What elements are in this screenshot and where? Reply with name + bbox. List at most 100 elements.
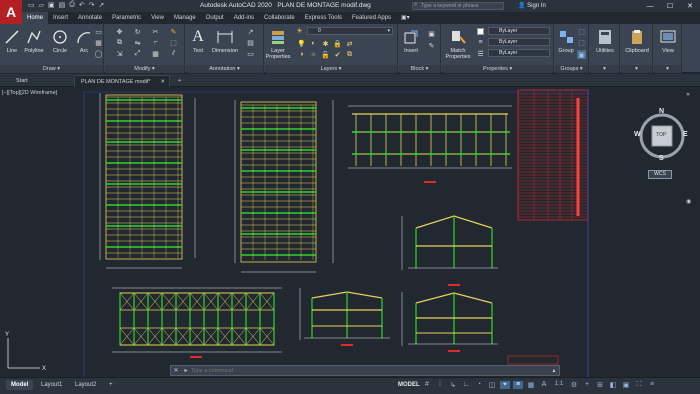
scale-value[interactable]: 1:1 xyxy=(552,381,566,389)
layer-unisolate-icon[interactable]: ◑ xyxy=(297,50,306,59)
units-icon[interactable]: ⊞ xyxy=(595,381,605,389)
lineweight-dropdown[interactable]: ByLayer xyxy=(488,38,550,46)
layer-state-icon[interactable]: ☀ xyxy=(295,26,304,35)
properties-panel-title[interactable]: Properties ▾ xyxy=(442,65,553,73)
clean-screen-icon[interactable]: ⛶ xyxy=(634,381,644,389)
minimize-icon[interactable]: — xyxy=(640,0,660,12)
isolate-icon[interactable]: ◧ xyxy=(608,381,618,389)
isodraft-icon[interactable]: ◫ xyxy=(487,381,497,389)
command-history-icon[interactable]: ▸ xyxy=(181,367,191,374)
layer-properties-tool[interactable]: Layer Properties xyxy=(265,28,291,60)
tab-insert[interactable]: Insert xyxy=(48,12,73,24)
layer-thaw-icon[interactable]: ☼ xyxy=(309,50,318,59)
hatch-icon[interactable]: ▦ xyxy=(94,38,103,47)
viewcube[interactable]: TOP N S E W xyxy=(634,108,690,164)
stretch-icon[interactable]: ⇲ xyxy=(115,49,124,58)
text-tool[interactable]: A Text xyxy=(188,28,208,54)
linetype-dropdown[interactable]: ByLayer xyxy=(488,49,550,57)
snap-icon[interactable]: ⁞ xyxy=(435,381,445,389)
ellipse-icon[interactable]: ◯ xyxy=(94,49,103,58)
hardware-accel-icon[interactable]: ▣ xyxy=(621,381,631,389)
tab-express-tools[interactable]: Express Tools xyxy=(300,12,347,24)
layer-freeze-icon[interactable]: ✱ xyxy=(321,39,330,48)
match-properties-tool[interactable]: Match Properties xyxy=(444,28,472,60)
draw-panel-title[interactable]: Draw ▾ xyxy=(0,65,103,73)
group-edit-icon[interactable]: ⬚ xyxy=(577,38,586,47)
ribbon-toggle-icon[interactable]: ▣▾ xyxy=(396,12,415,24)
layers-panel-title[interactable]: Layers ▾ xyxy=(265,65,397,73)
autocad-logo[interactable]: A xyxy=(0,0,22,24)
transparency-icon[interactable]: ▦ xyxy=(526,381,536,389)
rectangle-icon[interactable]: ▭ xyxy=(94,27,103,36)
annotation-scale-icon[interactable]: A xyxy=(539,381,549,389)
array-icon[interactable]: ▦ xyxy=(151,49,160,58)
tab-featured-apps[interactable]: Featured Apps xyxy=(347,12,396,24)
save-icon[interactable]: ▣ xyxy=(48,1,55,9)
arc-tool[interactable]: Arc xyxy=(74,28,94,54)
workspace-icon[interactable]: ⚙ xyxy=(569,381,579,389)
tab-model[interactable]: Model xyxy=(6,380,34,390)
insert-tool[interactable]: Insert xyxy=(401,28,421,54)
utilities-expand[interactable]: ▾ xyxy=(590,65,619,73)
drawing-canvas[interactable]: [−][Top][2D Wireframe] Y X TOP N S E W W… xyxy=(0,88,700,377)
command-close-icon[interactable]: ✕ xyxy=(171,367,181,374)
nav-close-icon[interactable]: ✕ xyxy=(686,92,696,98)
tab-layout1[interactable]: Layout1 xyxy=(36,380,67,390)
polyline-tool[interactable]: Polyline xyxy=(24,28,44,54)
erase-icon[interactable]: ✎ xyxy=(169,27,178,36)
clipboard-expand[interactable]: ▾ xyxy=(621,65,652,73)
view-expand[interactable]: ▾ xyxy=(654,65,681,73)
new-icon[interactable]: ▭ xyxy=(28,1,35,9)
share-icon[interactable]: ➚ xyxy=(99,1,105,9)
sign-in-button[interactable]: 👤 Sign In xyxy=(518,2,546,9)
viewcube-north[interactable]: N xyxy=(659,108,664,115)
wcs-menu[interactable]: WCS xyxy=(648,170,672,179)
line-tool[interactable]: Line xyxy=(2,28,22,54)
search-input[interactable]: Type a keyword or phrase xyxy=(412,2,504,10)
command-expand-icon[interactable]: ▴ xyxy=(549,367,559,374)
doc-tab-start[interactable]: Start xyxy=(10,75,34,87)
maximize-icon[interactable]: ☐ xyxy=(660,0,680,12)
ortho-icon[interactable]: ∟ xyxy=(461,381,471,389)
tab-add-ins[interactable]: Add-ins xyxy=(229,12,259,24)
move-icon[interactable]: ✥ xyxy=(115,27,124,36)
open-icon[interactable]: ▱ xyxy=(39,1,44,9)
scale-icon[interactable]: ⤢ xyxy=(133,49,142,58)
annotation-panel-title[interactable]: Annotation ▾ xyxy=(186,65,263,73)
tab-manage[interactable]: Manage xyxy=(169,12,201,24)
groups-panel-title[interactable]: Groups ▾ xyxy=(555,65,588,73)
tab-collaborate[interactable]: Collaborate xyxy=(259,12,300,24)
tab-view[interactable]: View xyxy=(146,12,169,24)
tab-parametric[interactable]: Parametric xyxy=(107,12,146,24)
tab-annotate[interactable]: Annotate xyxy=(73,12,107,24)
infer-icon[interactable]: ↳ xyxy=(448,381,458,389)
layer-lock-icon[interactable]: 🔒 xyxy=(333,39,342,48)
layer-copy-icon[interactable]: ⧉ xyxy=(345,50,354,59)
new-tab-button[interactable]: + xyxy=(172,75,187,87)
dimension-tool[interactable]: Dimension xyxy=(210,28,240,54)
copy-icon[interactable]: ⧉ xyxy=(115,38,124,47)
explode-icon[interactable]: ⬚ xyxy=(169,38,178,47)
undo-icon[interactable]: ↶ xyxy=(79,1,85,9)
block-panel-title[interactable]: Block ▾ xyxy=(399,65,440,73)
redo-icon[interactable]: ↷ xyxy=(89,1,95,9)
layer-unlock-icon[interactable]: 🔓 xyxy=(321,50,330,59)
markup-icon[interactable]: ▭ xyxy=(246,49,255,58)
grid-icon[interactable]: # xyxy=(422,381,432,389)
group-select-icon[interactable]: ▣ xyxy=(577,50,586,59)
polar-icon[interactable]: ◔ xyxy=(474,381,484,389)
plot-icon[interactable]: ⎙ xyxy=(69,1,75,9)
doc-tab-drawing[interactable]: PLAN DE MONTAGE modif* ✕ xyxy=(74,75,170,87)
annotation-monitor-icon[interactable]: + xyxy=(582,381,592,389)
layer-isolate-icon[interactable]: ◐ xyxy=(309,39,318,48)
color-dropdown[interactable]: ByLayer xyxy=(488,27,550,35)
viewcube-south[interactable]: S xyxy=(659,155,664,162)
viewcube-top-face[interactable]: TOP xyxy=(656,132,666,138)
steering-wheel-icon[interactable]: ◉ xyxy=(686,198,696,205)
ungroup-icon[interactable]: ⬚ xyxy=(577,27,586,36)
layer-match-icon[interactable]: ⇄ xyxy=(345,39,354,48)
block-create-icon[interactable]: ▣ xyxy=(427,29,436,38)
command-input[interactable] xyxy=(191,367,531,374)
save-as-icon[interactable]: ▤ xyxy=(59,1,66,9)
layer-off-icon[interactable]: 💡 xyxy=(297,39,306,48)
